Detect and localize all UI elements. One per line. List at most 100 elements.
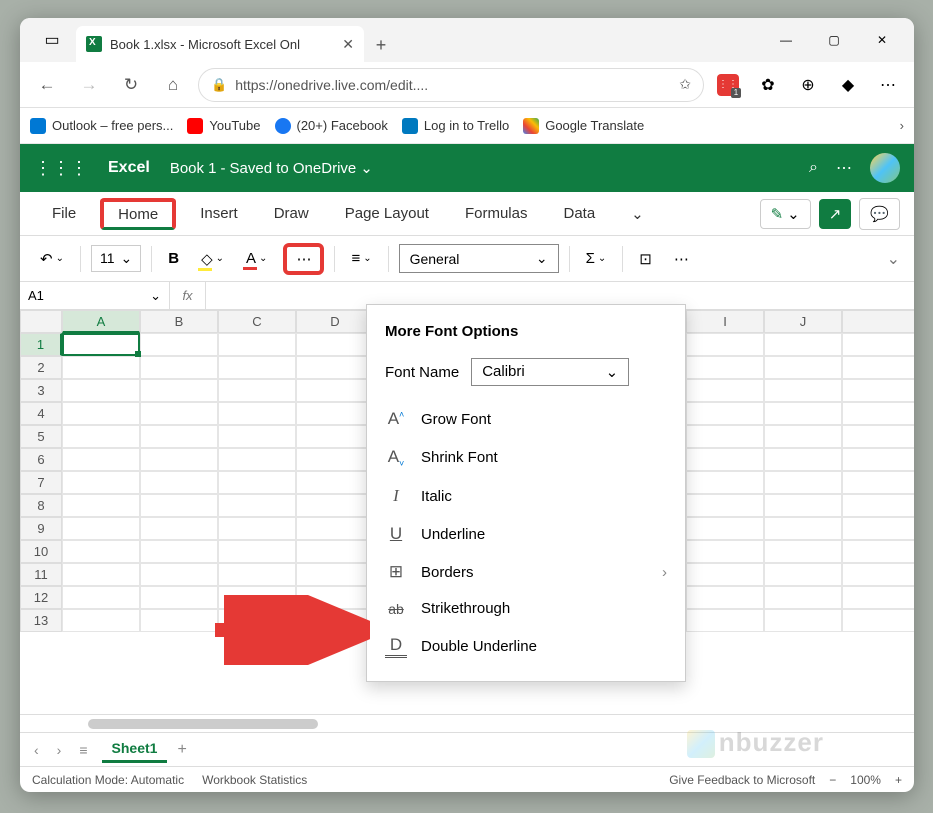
cell-A3[interactable] bbox=[62, 379, 140, 402]
row-header-2[interactable]: 2 bbox=[20, 356, 62, 379]
maximize-button[interactable]: ▢ bbox=[810, 18, 858, 62]
cell-D6[interactable] bbox=[296, 448, 374, 471]
cell-I13[interactable] bbox=[686, 609, 764, 632]
cell-I4[interactable] bbox=[686, 402, 764, 425]
cell-J10[interactable] bbox=[764, 540, 842, 563]
font-color-button[interactable]: A⌄ bbox=[240, 245, 273, 272]
row-header-3[interactable]: 3 bbox=[20, 379, 62, 402]
extension-red-icon[interactable]: ⋮⋮ bbox=[712, 69, 744, 101]
tab-file[interactable]: File bbox=[34, 197, 94, 230]
sheet-tab[interactable]: Sheet1 bbox=[102, 736, 168, 763]
collections-icon[interactable]: ⊕ bbox=[792, 69, 824, 101]
alignment-button[interactable]: ≡⌄ bbox=[345, 245, 377, 272]
bookmarks-overflow-icon[interactable]: › bbox=[900, 118, 904, 133]
search-icon[interactable]: ⌕ bbox=[809, 159, 818, 177]
cell-C1[interactable] bbox=[218, 333, 296, 356]
extension-color-icon[interactable]: ◆ bbox=[832, 69, 864, 101]
cell-A10[interactable] bbox=[62, 540, 140, 563]
editing-mode-button[interactable]: ✎⌄ bbox=[760, 199, 811, 229]
cell-J6[interactable] bbox=[764, 448, 842, 471]
cell-I3[interactable] bbox=[686, 379, 764, 402]
cell-A7[interactable] bbox=[62, 471, 140, 494]
cell-I2[interactable] bbox=[686, 356, 764, 379]
tab-home[interactable]: Home bbox=[100, 198, 176, 230]
sheet-prev-button[interactable]: ‹ bbox=[30, 740, 43, 760]
cell-J2[interactable] bbox=[764, 356, 842, 379]
cell-C11[interactable] bbox=[218, 563, 296, 586]
tab-formulas[interactable]: Formulas bbox=[447, 197, 546, 230]
col-header-B[interactable]: B bbox=[140, 310, 218, 333]
fill-color-button[interactable]: ◇⌄ bbox=[195, 245, 230, 273]
cell-B7[interactable] bbox=[140, 471, 218, 494]
tab-page-layout[interactable]: Page Layout bbox=[327, 197, 447, 230]
col-header-C[interactable]: C bbox=[218, 310, 296, 333]
menu-grow-font[interactable]: A˄Grow Font bbox=[367, 400, 685, 438]
cell-D2[interactable] bbox=[296, 356, 374, 379]
cell-B11[interactable] bbox=[140, 563, 218, 586]
cell-C3[interactable] bbox=[218, 379, 296, 402]
cell-D8[interactable] bbox=[296, 494, 374, 517]
bookmark-youtube[interactable]: YouTube bbox=[187, 118, 260, 134]
minimize-button[interactable]: — bbox=[762, 18, 810, 62]
cell-A5[interactable] bbox=[62, 425, 140, 448]
tab-actions-btn[interactable]: ▭ bbox=[28, 18, 76, 62]
close-window-button[interactable]: ✕ bbox=[858, 18, 906, 62]
cell-A1[interactable] bbox=[62, 333, 140, 356]
row-header-9[interactable]: 9 bbox=[20, 517, 62, 540]
menu-italic[interactable]: IItalic bbox=[367, 477, 685, 515]
cell-D4[interactable] bbox=[296, 402, 374, 425]
user-avatar[interactable] bbox=[870, 153, 900, 183]
fx-icon[interactable]: fx bbox=[170, 282, 206, 309]
cell-B10[interactable] bbox=[140, 540, 218, 563]
cell-C4[interactable] bbox=[218, 402, 296, 425]
close-tab-icon[interactable]: ✕ bbox=[342, 36, 354, 53]
cell-I12[interactable] bbox=[686, 586, 764, 609]
cell-D10[interactable] bbox=[296, 540, 374, 563]
autosum-button[interactable]: Σ⌄ bbox=[580, 245, 613, 272]
cell-D11[interactable] bbox=[296, 563, 374, 586]
cell-J4[interactable] bbox=[764, 402, 842, 425]
cell-A2[interactable] bbox=[62, 356, 140, 379]
row-header-6[interactable]: 6 bbox=[20, 448, 62, 471]
favorite-icon[interactable]: ✩ bbox=[679, 76, 691, 93]
comments-button[interactable]: 💬 bbox=[859, 198, 900, 230]
tab-data[interactable]: Data bbox=[545, 197, 613, 230]
cell-J12[interactable] bbox=[764, 586, 842, 609]
cell-C9[interactable] bbox=[218, 517, 296, 540]
cell-I8[interactable] bbox=[686, 494, 764, 517]
cell-B1[interactable] bbox=[140, 333, 218, 356]
zoom-in-button[interactable]: + bbox=[895, 773, 902, 787]
cell-B9[interactable] bbox=[140, 517, 218, 540]
cell-J9[interactable] bbox=[764, 517, 842, 540]
share-button[interactable]: ↗ bbox=[819, 199, 852, 229]
menu-underline[interactable]: UUnderline bbox=[367, 515, 685, 553]
cell-I1[interactable] bbox=[686, 333, 764, 356]
undo-button[interactable]: ↶⌄ bbox=[34, 245, 70, 273]
bookmark-trello[interactable]: Log in to Trello bbox=[402, 118, 509, 134]
extensions-icon[interactable]: ✿ bbox=[752, 69, 784, 101]
cell-I10[interactable] bbox=[686, 540, 764, 563]
row-header-8[interactable]: 8 bbox=[20, 494, 62, 517]
cell-J5[interactable] bbox=[764, 425, 842, 448]
cell-B3[interactable] bbox=[140, 379, 218, 402]
row-header-10[interactable]: 10 bbox=[20, 540, 62, 563]
row-header-7[interactable]: 7 bbox=[20, 471, 62, 494]
cell-A4[interactable] bbox=[62, 402, 140, 425]
cell-B8[interactable] bbox=[140, 494, 218, 517]
more-font-options-button[interactable]: ⋯ bbox=[283, 243, 324, 275]
sheet-next-button[interactable]: › bbox=[53, 740, 66, 760]
menu-borders[interactable]: ⊞Borders› bbox=[367, 553, 685, 591]
font-name-select[interactable]: Calibri⌄ bbox=[471, 358, 629, 386]
cell-I11[interactable] bbox=[686, 563, 764, 586]
cell-B6[interactable] bbox=[140, 448, 218, 471]
tab-draw[interactable]: Draw bbox=[256, 197, 327, 230]
row-header-12[interactable]: 12 bbox=[20, 586, 62, 609]
menu-strikethrough[interactable]: abStrikethrough bbox=[367, 591, 685, 626]
col-header-I[interactable]: I bbox=[686, 310, 764, 333]
cell-I9[interactable] bbox=[686, 517, 764, 540]
cell-C8[interactable] bbox=[218, 494, 296, 517]
cell-I6[interactable] bbox=[686, 448, 764, 471]
cell-J11[interactable] bbox=[764, 563, 842, 586]
cell-I7[interactable] bbox=[686, 471, 764, 494]
cell-C10[interactable] bbox=[218, 540, 296, 563]
